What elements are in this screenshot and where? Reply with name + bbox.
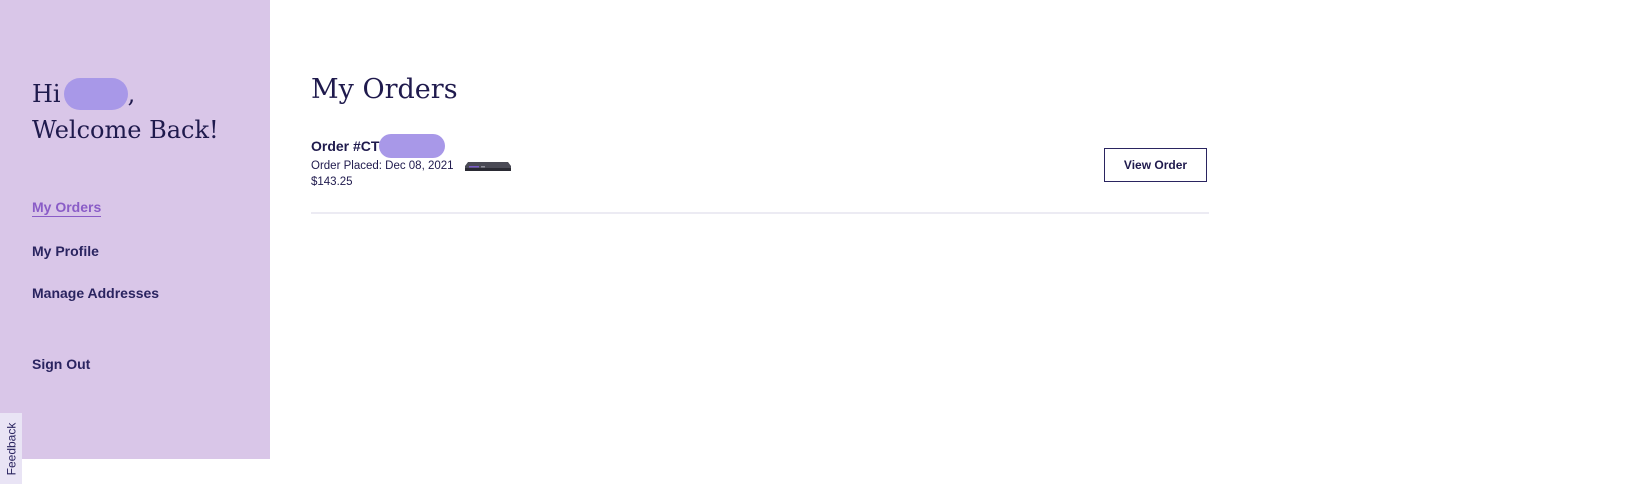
welcome-greeting: Hi , Welcome Back!: [32, 76, 219, 148]
greeting-hi: Hi: [32, 80, 61, 108]
feedback-tab[interactable]: Feedback: [0, 413, 22, 484]
greeting-welcome: Welcome Back!: [32, 116, 219, 144]
order-row: Order #CT Order Placed: Dec 08, 2021 $14…: [311, 134, 1209, 214]
order-number-prefix: Order #CT: [311, 138, 380, 154]
view-order-button[interactable]: View Order: [1104, 148, 1207, 182]
order-number: Order #CT: [311, 134, 446, 158]
redacted-order-id: [379, 134, 446, 158]
nav-my-orders[interactable]: My Orders: [32, 199, 102, 217]
account-sidebar: Hi , Welcome Back! My Orders My Profile …: [0, 0, 270, 459]
order-placed-date: Order Placed: Dec 08, 2021: [311, 160, 454, 172]
product-thumbnail: [465, 162, 511, 171]
greeting-comma: ,: [127, 80, 136, 108]
redacted-username: [63, 78, 128, 110]
nav-my-profile[interactable]: My Profile: [32, 243, 99, 259]
nav-sign-out[interactable]: Sign Out: [32, 356, 90, 372]
order-total: $143.25: [311, 176, 353, 188]
page-title: My Orders: [311, 74, 458, 105]
nav-manage-addresses[interactable]: Manage Addresses: [32, 285, 159, 301]
feedback-label: Feedback: [4, 422, 19, 475]
